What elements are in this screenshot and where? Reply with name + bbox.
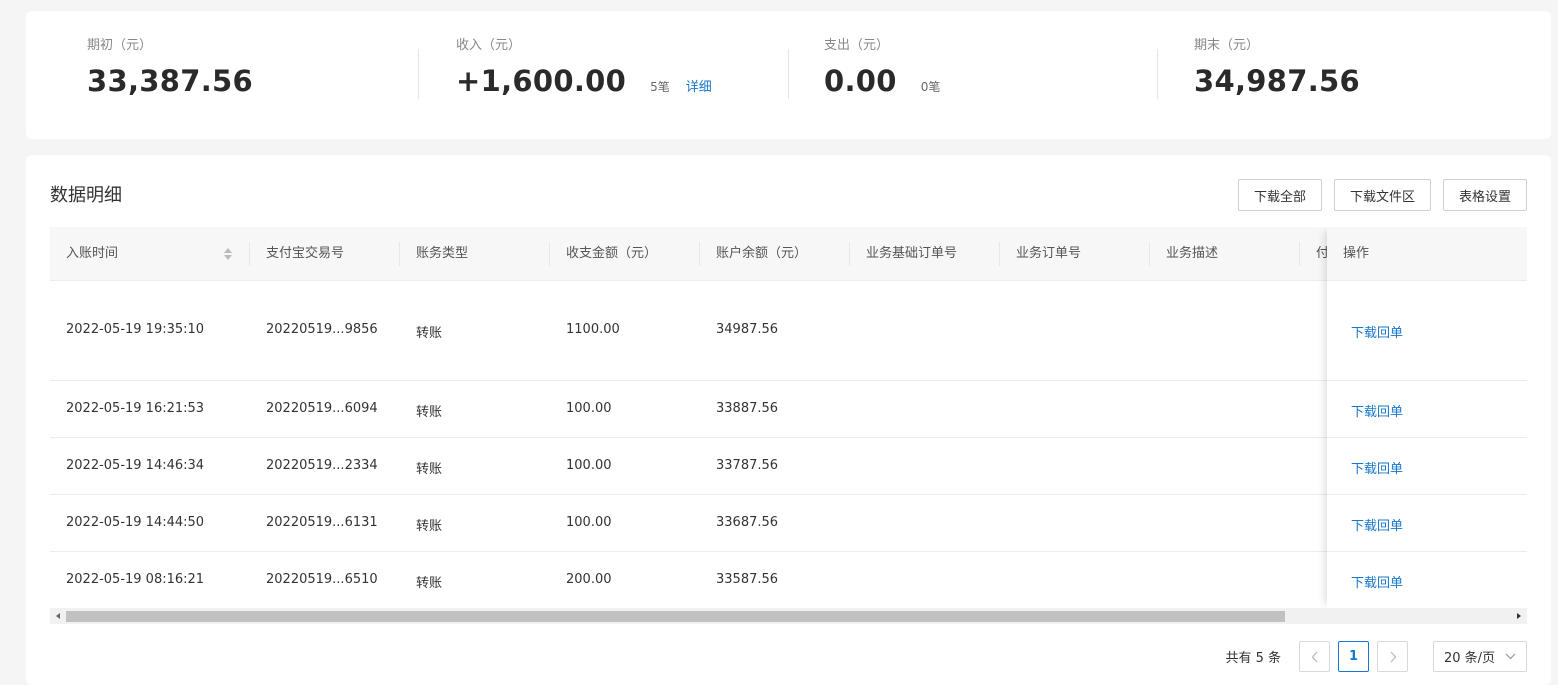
section-title: 数据明细 bbox=[50, 185, 122, 206]
cell-time: 2022-05-19 14:46:34 bbox=[66, 458, 205, 473]
download-receipt-link[interactable]: 下载回单 bbox=[1351, 515, 1403, 534]
pagination: 共有 5 条 1 20 条/页 bbox=[1225, 641, 1527, 672]
col-header-time[interactable]: 入账时间 bbox=[50, 227, 250, 281]
col-header-base-order: 业务基础订单号 bbox=[866, 246, 958, 261]
col-header-balance: 账户余额（元） bbox=[716, 246, 808, 261]
cell-amount: 100.00 bbox=[566, 458, 612, 473]
page-button[interactable]: 1 bbox=[1338, 641, 1369, 672]
income-detail-link[interactable]: 详细 bbox=[686, 76, 712, 95]
page-size-select[interactable]: 20 条/页 bbox=[1433, 641, 1527, 672]
table-row: 2022-05-19 08:16:21 20220519...6510 转账 2… bbox=[50, 552, 1527, 608]
table-settings-button[interactable]: 表格设置 bbox=[1442, 179, 1527, 211]
action-cell: 下载回单 bbox=[1327, 495, 1527, 552]
chevron-left-icon bbox=[1311, 651, 1317, 662]
chevron-right-icon bbox=[1390, 651, 1396, 662]
stat-expense-count: 0笔 bbox=[920, 80, 941, 94]
table-header: 入账时间 支付宝交易号 账务类型 收支金额（元） 账户余额（元） 业务基础订单号… bbox=[50, 227, 1527, 281]
stat-closing-label: 期末（元） bbox=[1194, 38, 1260, 53]
table-row: 2022-05-19 14:44:50 20220519...6131 转账 1… bbox=[50, 495, 1527, 552]
cell-balance: 33887.56 bbox=[716, 401, 779, 416]
summary-card: 期初（元） 33,387.56 收入（元） +1,600.00 5笔 详细 支出… bbox=[26, 11, 1551, 139]
action-cell: 下载回单 bbox=[1327, 381, 1527, 438]
fixed-action-column: 操作 下载回单 下载回单 下载回单 下载回单 下载回单 bbox=[1327, 227, 1527, 608]
scroll-right-arrow-icon[interactable] bbox=[1511, 608, 1527, 624]
cell-type: 转账 bbox=[416, 405, 443, 420]
prev-page-button[interactable] bbox=[1299, 641, 1330, 672]
col-header-order: 业务订单号 bbox=[1016, 246, 1082, 261]
action-cell: 下载回单 bbox=[1327, 552, 1527, 608]
stat-closing: 期末（元） 34,987.56 bbox=[1194, 37, 1360, 99]
cell-balance: 34987.56 bbox=[716, 322, 779, 337]
cell-trade-no: 20220519...6094 bbox=[266, 401, 378, 416]
detail-card: 数据明细 下载全部 下载文件区 表格设置 入账时间 支付宝交易号 账务类型 收支… bbox=[26, 155, 1551, 685]
cell-type: 转账 bbox=[416, 519, 443, 534]
action-cell: 下载回单 bbox=[1327, 438, 1527, 495]
table-row: 2022-05-19 14:46:34 20220519...2334 转账 1… bbox=[50, 438, 1527, 495]
cell-amount: 200.00 bbox=[566, 572, 612, 587]
download-receipt-link[interactable]: 下载回单 bbox=[1351, 458, 1403, 477]
col-header-amount: 收支金额（元） bbox=[566, 246, 658, 261]
download-receipt-link[interactable]: 下载回单 bbox=[1351, 322, 1403, 341]
cell-trade-no: 20220519...6131 bbox=[266, 515, 378, 530]
divider bbox=[418, 49, 419, 99]
cell-type: 转账 bbox=[416, 462, 443, 477]
toolbar: 下载全部 下载文件区 表格设置 bbox=[1226, 179, 1527, 211]
stat-expense-label: 支出（元） bbox=[824, 38, 890, 53]
stat-closing-value: 34,987.56 bbox=[1194, 64, 1360, 98]
stat-expense-value: 0.00 bbox=[824, 64, 897, 98]
cell-balance: 33587.56 bbox=[716, 572, 779, 587]
table-row: 2022-05-19 16:21:53 20220519...6094 转账 1… bbox=[50, 381, 1527, 438]
cell-time: 2022-05-19 14:44:50 bbox=[66, 515, 205, 530]
stat-opening-value: 33,387.56 bbox=[87, 64, 253, 98]
scroll-left-arrow-icon[interactable] bbox=[50, 608, 66, 624]
divider bbox=[1157, 49, 1158, 99]
stat-income-label: 收入（元） bbox=[456, 38, 522, 53]
download-area-button[interactable]: 下载文件区 bbox=[1333, 179, 1431, 211]
col-header-partial: 付 bbox=[1316, 246, 1330, 261]
stat-opening-label: 期初（元） bbox=[87, 38, 153, 53]
cell-balance: 33787.56 bbox=[716, 458, 779, 473]
cell-amount: 100.00 bbox=[566, 515, 612, 530]
cell-type: 转账 bbox=[416, 576, 443, 591]
stat-income: 收入（元） +1,600.00 5笔 详细 bbox=[456, 37, 712, 99]
download-receipt-link[interactable]: 下载回单 bbox=[1351, 401, 1403, 420]
action-cell: 下载回单 bbox=[1327, 282, 1527, 381]
scrollbar-thumb[interactable] bbox=[66, 611, 1285, 622]
horizontal-scrollbar[interactable] bbox=[50, 608, 1527, 624]
stat-income-count: 5笔 bbox=[650, 80, 670, 94]
cell-trade-no: 20220519...6510 bbox=[266, 572, 378, 587]
cell-amount: 100.00 bbox=[566, 401, 612, 416]
cell-type: 转账 bbox=[416, 326, 443, 341]
page-size-value: 20 条/页 bbox=[1444, 651, 1496, 666]
cell-balance: 33687.56 bbox=[716, 515, 779, 530]
cell-time: 2022-05-19 16:21:53 bbox=[66, 401, 205, 416]
col-header-trade-no: 支付宝交易号 bbox=[266, 246, 345, 261]
next-page-button[interactable] bbox=[1377, 641, 1408, 672]
stat-income-value: +1,600.00 bbox=[456, 64, 627, 98]
cell-amount: 1100.00 bbox=[566, 322, 620, 337]
cell-time: 2022-05-19 08:16:21 bbox=[66, 572, 205, 587]
sort-icon[interactable] bbox=[224, 248, 232, 260]
download-all-button[interactable]: 下载全部 bbox=[1237, 179, 1322, 211]
col-header-description: 业务描述 bbox=[1166, 246, 1219, 261]
divider bbox=[788, 49, 789, 99]
table-row: 2022-05-19 19:35:10 20220519...9856 转账 1… bbox=[50, 282, 1527, 381]
cell-time: 2022-05-19 19:35:10 bbox=[66, 322, 205, 337]
download-receipt-link[interactable]: 下载回单 bbox=[1351, 572, 1403, 591]
data-table: 入账时间 支付宝交易号 账务类型 收支金额（元） 账户余额（元） 业务基础订单号… bbox=[50, 227, 1527, 608]
cell-trade-no: 20220519...9856 bbox=[266, 322, 378, 337]
chevron-down-icon bbox=[1505, 653, 1516, 660]
total-count: 共有 5 条 bbox=[1225, 651, 1281, 666]
col-header-action: 操作 bbox=[1327, 227, 1527, 281]
col-header-type: 账务类型 bbox=[416, 246, 469, 261]
stat-expense: 支出（元） 0.00 0笔 bbox=[824, 37, 940, 99]
stat-opening: 期初（元） 33,387.56 bbox=[87, 37, 253, 99]
cell-trade-no: 20220519...2334 bbox=[266, 458, 378, 473]
